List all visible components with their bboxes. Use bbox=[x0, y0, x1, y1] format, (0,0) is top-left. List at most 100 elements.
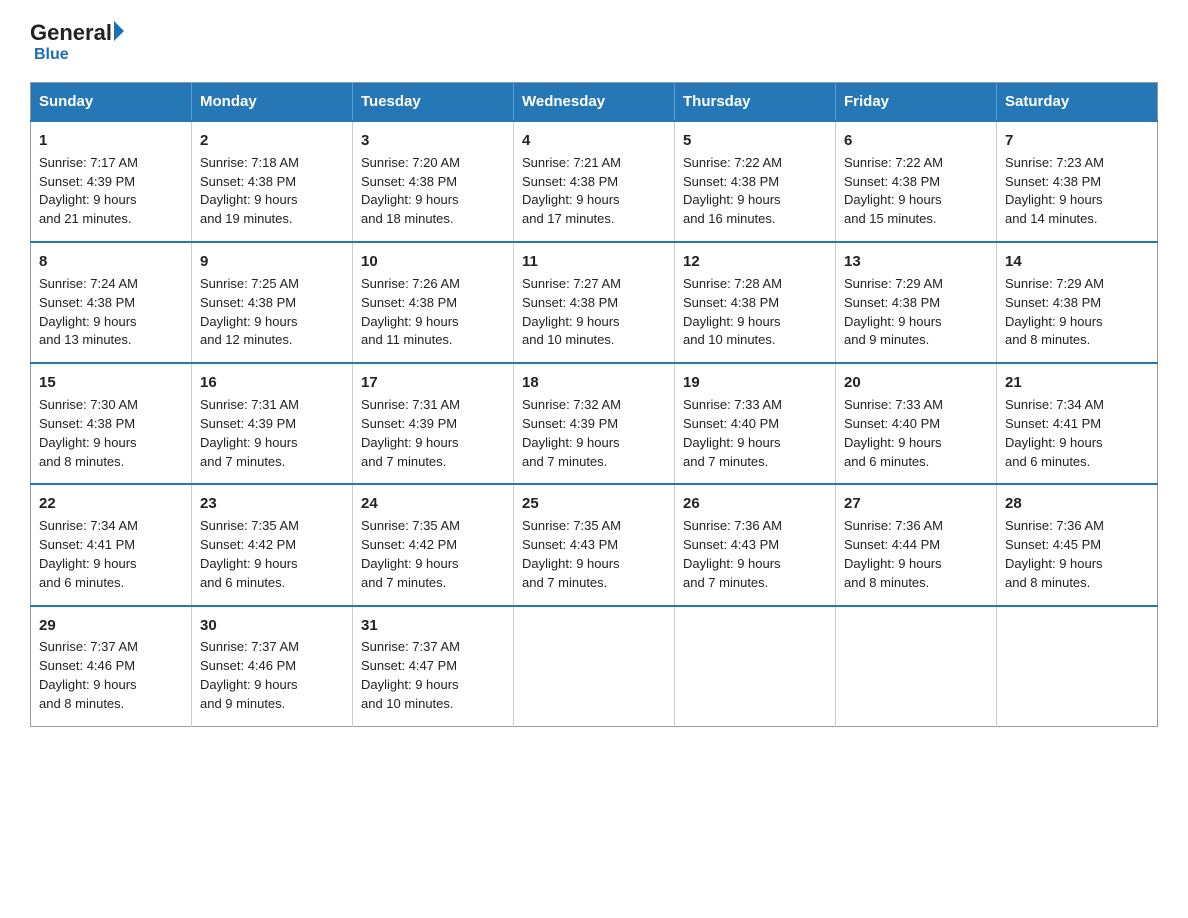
day-info: Sunrise: 7:33 AM Sunset: 4:40 PM Dayligh… bbox=[844, 396, 988, 471]
day-number: 24 bbox=[361, 493, 505, 515]
calendar-table: SundayMondayTuesdayWednesdayThursdayFrid… bbox=[30, 82, 1158, 727]
calendar-cell: 20Sunrise: 7:33 AM Sunset: 4:40 PM Dayli… bbox=[836, 363, 997, 484]
day-number: 20 bbox=[844, 372, 988, 394]
calendar-cell: 31Sunrise: 7:37 AM Sunset: 4:47 PM Dayli… bbox=[353, 606, 514, 727]
day-info: Sunrise: 7:18 AM Sunset: 4:38 PM Dayligh… bbox=[200, 154, 344, 229]
day-number: 1 bbox=[39, 130, 183, 152]
calendar-cell: 27Sunrise: 7:36 AM Sunset: 4:44 PM Dayli… bbox=[836, 484, 997, 605]
calendar-header-row: SundayMondayTuesdayWednesdayThursdayFrid… bbox=[31, 83, 1158, 122]
calendar-cell: 16Sunrise: 7:31 AM Sunset: 4:39 PM Dayli… bbox=[192, 363, 353, 484]
calendar-cell: 13Sunrise: 7:29 AM Sunset: 4:38 PM Dayli… bbox=[836, 242, 997, 363]
day-number: 25 bbox=[522, 493, 666, 515]
day-number: 26 bbox=[683, 493, 827, 515]
day-number: 7 bbox=[1005, 130, 1149, 152]
day-info: Sunrise: 7:24 AM Sunset: 4:38 PM Dayligh… bbox=[39, 275, 183, 350]
calendar-week-row: 22Sunrise: 7:34 AM Sunset: 4:41 PM Dayli… bbox=[31, 484, 1158, 605]
day-info: Sunrise: 7:34 AM Sunset: 4:41 PM Dayligh… bbox=[39, 517, 183, 592]
calendar-cell: 30Sunrise: 7:37 AM Sunset: 4:46 PM Dayli… bbox=[192, 606, 353, 727]
col-header-tuesday: Tuesday bbox=[353, 83, 514, 122]
day-number: 18 bbox=[522, 372, 666, 394]
col-header-saturday: Saturday bbox=[997, 83, 1158, 122]
day-number: 21 bbox=[1005, 372, 1149, 394]
day-number: 31 bbox=[361, 615, 505, 637]
day-number: 3 bbox=[361, 130, 505, 152]
day-number: 9 bbox=[200, 251, 344, 273]
day-number: 16 bbox=[200, 372, 344, 394]
calendar-cell: 25Sunrise: 7:35 AM Sunset: 4:43 PM Dayli… bbox=[514, 484, 675, 605]
day-number: 19 bbox=[683, 372, 827, 394]
day-number: 30 bbox=[200, 615, 344, 637]
col-header-monday: Monday bbox=[192, 83, 353, 122]
calendar-cell: 29Sunrise: 7:37 AM Sunset: 4:46 PM Dayli… bbox=[31, 606, 192, 727]
calendar-cell: 10Sunrise: 7:26 AM Sunset: 4:38 PM Dayli… bbox=[353, 242, 514, 363]
calendar-week-row: 1Sunrise: 7:17 AM Sunset: 4:39 PM Daylig… bbox=[31, 121, 1158, 242]
day-info: Sunrise: 7:27 AM Sunset: 4:38 PM Dayligh… bbox=[522, 275, 666, 350]
day-number: 28 bbox=[1005, 493, 1149, 515]
day-number: 5 bbox=[683, 130, 827, 152]
day-number: 10 bbox=[361, 251, 505, 273]
day-number: 11 bbox=[522, 251, 666, 273]
logo-subtitle: Blue bbox=[34, 46, 69, 64]
logo-arrow-icon bbox=[114, 21, 124, 41]
calendar-cell: 17Sunrise: 7:31 AM Sunset: 4:39 PM Dayli… bbox=[353, 363, 514, 484]
day-info: Sunrise: 7:23 AM Sunset: 4:38 PM Dayligh… bbox=[1005, 154, 1149, 229]
calendar-cell: 28Sunrise: 7:36 AM Sunset: 4:45 PM Dayli… bbox=[997, 484, 1158, 605]
col-header-sunday: Sunday bbox=[31, 83, 192, 122]
calendar-cell bbox=[836, 606, 997, 727]
calendar-cell: 9Sunrise: 7:25 AM Sunset: 4:38 PM Daylig… bbox=[192, 242, 353, 363]
day-info: Sunrise: 7:30 AM Sunset: 4:38 PM Dayligh… bbox=[39, 396, 183, 471]
day-number: 29 bbox=[39, 615, 183, 637]
col-header-thursday: Thursday bbox=[675, 83, 836, 122]
day-number: 14 bbox=[1005, 251, 1149, 273]
day-info: Sunrise: 7:28 AM Sunset: 4:38 PM Dayligh… bbox=[683, 275, 827, 350]
calendar-cell: 4Sunrise: 7:21 AM Sunset: 4:38 PM Daylig… bbox=[514, 121, 675, 242]
calendar-cell: 15Sunrise: 7:30 AM Sunset: 4:38 PM Dayli… bbox=[31, 363, 192, 484]
col-header-friday: Friday bbox=[836, 83, 997, 122]
calendar-cell: 21Sunrise: 7:34 AM Sunset: 4:41 PM Dayli… bbox=[997, 363, 1158, 484]
day-info: Sunrise: 7:29 AM Sunset: 4:38 PM Dayligh… bbox=[1005, 275, 1149, 350]
day-info: Sunrise: 7:25 AM Sunset: 4:38 PM Dayligh… bbox=[200, 275, 344, 350]
day-number: 13 bbox=[844, 251, 988, 273]
day-number: 23 bbox=[200, 493, 344, 515]
day-info: Sunrise: 7:33 AM Sunset: 4:40 PM Dayligh… bbox=[683, 396, 827, 471]
day-number: 6 bbox=[844, 130, 988, 152]
calendar-cell bbox=[997, 606, 1158, 727]
calendar-week-row: 29Sunrise: 7:37 AM Sunset: 4:46 PM Dayli… bbox=[31, 606, 1158, 727]
page-header: General Blue bbox=[30, 20, 1158, 64]
day-info: Sunrise: 7:22 AM Sunset: 4:38 PM Dayligh… bbox=[683, 154, 827, 229]
day-number: 8 bbox=[39, 251, 183, 273]
day-info: Sunrise: 7:26 AM Sunset: 4:38 PM Dayligh… bbox=[361, 275, 505, 350]
day-info: Sunrise: 7:36 AM Sunset: 4:43 PM Dayligh… bbox=[683, 517, 827, 592]
calendar-cell: 26Sunrise: 7:36 AM Sunset: 4:43 PM Dayli… bbox=[675, 484, 836, 605]
day-info: Sunrise: 7:36 AM Sunset: 4:45 PM Dayligh… bbox=[1005, 517, 1149, 592]
day-info: Sunrise: 7:35 AM Sunset: 4:43 PM Dayligh… bbox=[522, 517, 666, 592]
day-info: Sunrise: 7:35 AM Sunset: 4:42 PM Dayligh… bbox=[200, 517, 344, 592]
day-info: Sunrise: 7:37 AM Sunset: 4:47 PM Dayligh… bbox=[361, 638, 505, 713]
day-info: Sunrise: 7:31 AM Sunset: 4:39 PM Dayligh… bbox=[200, 396, 344, 471]
day-info: Sunrise: 7:36 AM Sunset: 4:44 PM Dayligh… bbox=[844, 517, 988, 592]
calendar-cell bbox=[675, 606, 836, 727]
day-info: Sunrise: 7:37 AM Sunset: 4:46 PM Dayligh… bbox=[39, 638, 183, 713]
calendar-cell bbox=[514, 606, 675, 727]
day-number: 22 bbox=[39, 493, 183, 515]
day-number: 27 bbox=[844, 493, 988, 515]
calendar-cell: 1Sunrise: 7:17 AM Sunset: 4:39 PM Daylig… bbox=[31, 121, 192, 242]
logo: General Blue bbox=[30, 20, 124, 64]
calendar-cell: 3Sunrise: 7:20 AM Sunset: 4:38 PM Daylig… bbox=[353, 121, 514, 242]
calendar-week-row: 15Sunrise: 7:30 AM Sunset: 4:38 PM Dayli… bbox=[31, 363, 1158, 484]
day-info: Sunrise: 7:21 AM Sunset: 4:38 PM Dayligh… bbox=[522, 154, 666, 229]
day-info: Sunrise: 7:37 AM Sunset: 4:46 PM Dayligh… bbox=[200, 638, 344, 713]
calendar-cell: 19Sunrise: 7:33 AM Sunset: 4:40 PM Dayli… bbox=[675, 363, 836, 484]
day-info: Sunrise: 7:34 AM Sunset: 4:41 PM Dayligh… bbox=[1005, 396, 1149, 471]
calendar-week-row: 8Sunrise: 7:24 AM Sunset: 4:38 PM Daylig… bbox=[31, 242, 1158, 363]
day-number: 2 bbox=[200, 130, 344, 152]
day-info: Sunrise: 7:22 AM Sunset: 4:38 PM Dayligh… bbox=[844, 154, 988, 229]
calendar-cell: 22Sunrise: 7:34 AM Sunset: 4:41 PM Dayli… bbox=[31, 484, 192, 605]
day-info: Sunrise: 7:32 AM Sunset: 4:39 PM Dayligh… bbox=[522, 396, 666, 471]
calendar-cell: 8Sunrise: 7:24 AM Sunset: 4:38 PM Daylig… bbox=[31, 242, 192, 363]
day-info: Sunrise: 7:35 AM Sunset: 4:42 PM Dayligh… bbox=[361, 517, 505, 592]
calendar-cell: 14Sunrise: 7:29 AM Sunset: 4:38 PM Dayli… bbox=[997, 242, 1158, 363]
day-info: Sunrise: 7:17 AM Sunset: 4:39 PM Dayligh… bbox=[39, 154, 183, 229]
day-info: Sunrise: 7:20 AM Sunset: 4:38 PM Dayligh… bbox=[361, 154, 505, 229]
day-number: 4 bbox=[522, 130, 666, 152]
